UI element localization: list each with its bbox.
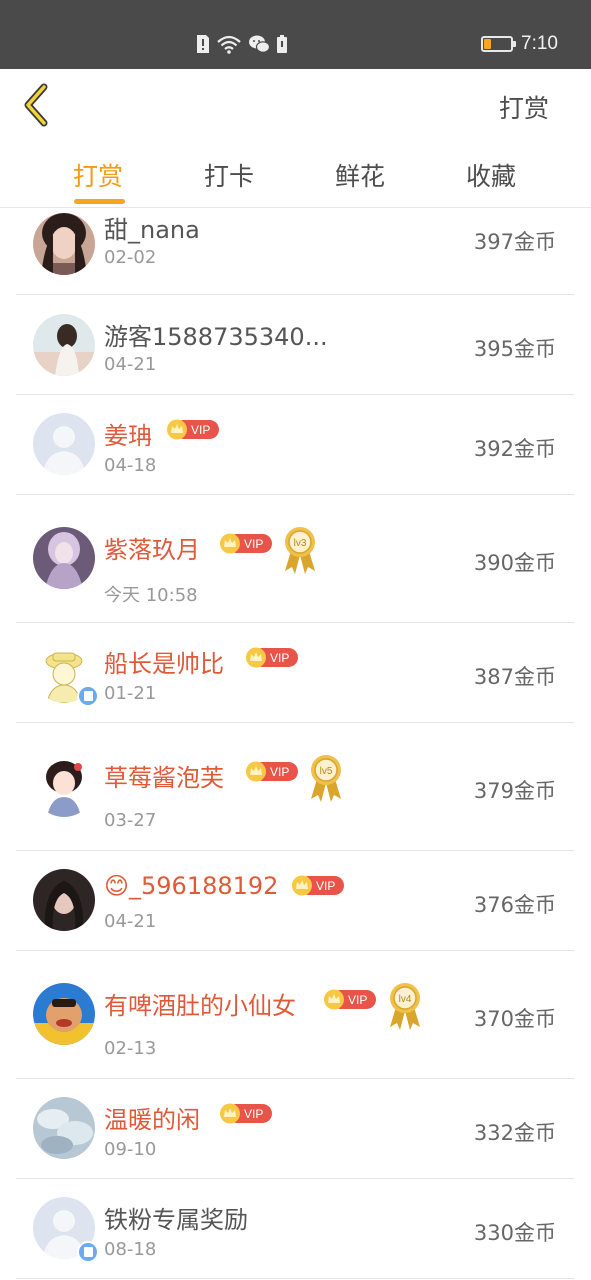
avatar [33,213,95,275]
clock: 7:10 [521,33,558,54]
list-item[interactable]: 甜_nana 02-02 397金币 [16,200,574,295]
coin-amount: 370金币 [473,1007,556,1031]
svg-text:VIP: VIP [316,879,335,893]
reward-date: 02-02 [104,247,157,268]
header-bar: 打赏 [0,69,591,141]
svg-text:VIP: VIP [191,423,210,437]
list-item[interactable]: 铁粉专属奖励 08-18 330金币 [16,1179,574,1279]
user-name: 😊_596188192 [104,872,279,900]
list-item[interactable]: 船长是帅比 VIP 01-21 387金币 [16,623,574,723]
list-item[interactable]: 😊_596188192 VIP 04-21 376金币 [16,851,574,951]
coin-amount: 379金币 [473,779,556,803]
default-avatar-icon [33,413,95,475]
avatar [33,1097,95,1159]
user-name: 紫落玖月 [104,536,200,564]
vip-badge-icon: VIP [324,989,376,1010]
sim-alert-icon [197,35,209,53]
vip-badge-icon: VIP [246,761,298,782]
svg-text:VIP: VIP [270,651,289,665]
avatar [33,869,95,931]
battery-small-icon [277,35,287,53]
avatar [33,641,99,707]
avatar [33,314,95,376]
reward-date: 09-10 [104,1139,157,1160]
list-item[interactable]: 草莓酱泡芙 VIP lv5 03-27 379金币 [16,723,574,851]
reward-date: 04-21 [104,354,157,375]
status-icons [196,33,288,55]
coin-amount: 390金币 [473,551,556,575]
reward-date: 02-13 [104,1038,157,1059]
reward-date: 04-18 [104,455,157,476]
level-medal-icon: lv5 [311,755,341,802]
svg-text:VIP: VIP [270,765,289,779]
list-item[interactable]: 温暖的闲 VIP 09-10 332金币 [16,1079,574,1179]
vip-badge-icon: VIP [167,419,219,440]
status-bar: 7:10 [0,0,591,69]
wifi-icon [217,35,241,54]
vip-badge-icon: VIP [220,533,272,554]
coin-amount: 392金币 [473,437,556,461]
list-item[interactable]: 姜珃 VIP 04-18 392金币 [16,395,574,495]
svg-text:VIP: VIP [244,537,263,551]
level-medal-icon: lv4 [390,983,420,1030]
user-name: 铁粉专属奖励 [104,1206,248,1234]
svg-text:lv3: lv3 [294,538,307,549]
tab-flowers[interactable]: 鲜花 [335,157,385,193]
coin-amount: 330金币 [473,1221,556,1245]
coin-amount: 395金币 [473,337,556,361]
status-right: 7:10 [481,31,558,57]
svg-text:lv4: lv4 [399,994,412,1005]
reward-date: 今天 10:58 [104,585,198,606]
list-item[interactable]: 有啤酒肚的小仙女 VIP lv4 02-13 370金币 [16,951,574,1079]
svg-text:VIP: VIP [348,993,367,1007]
certified-badge-icon [77,1241,99,1263]
level-medal-icon: lv3 [285,527,315,574]
avatar [33,527,95,589]
user-name: 草莓酱泡芙 [104,764,224,792]
reward-date: 08-18 [104,1239,157,1260]
avatar [33,413,95,475]
avatar [33,755,95,817]
vip-badge-icon: VIP [246,647,298,668]
user-name: 姜珃 [104,422,152,450]
avatar [33,983,95,1045]
chevron-left-icon [24,83,48,127]
user-name: 有啤酒肚的小仙女 [104,992,296,1020]
user-name: 游客1588735340... [104,323,328,351]
coin-amount: 376金币 [473,893,556,917]
reward-date: 03-27 [104,810,157,831]
coin-amount: 397金币 [473,230,556,254]
user-name: 温暖的闲 [104,1106,200,1134]
vip-badge-icon: VIP [220,1103,272,1124]
tab-checkin[interactable]: 打卡 [204,157,254,193]
vip-badge-icon: VIP [292,875,344,896]
back-button[interactable] [18,81,62,129]
tab-bar: 打赏 打卡 鲜花 收藏 [0,141,591,208]
avatar [33,1197,99,1263]
svg-text:lv5: lv5 [320,766,333,777]
reward-date: 01-21 [104,683,157,704]
coin-amount: 332金币 [473,1121,556,1145]
battery-icon [481,36,517,52]
svg-text:VIP: VIP [244,1107,263,1121]
coin-amount: 387金币 [473,665,556,689]
tab-reward[interactable]: 打赏 [73,157,123,193]
tab-favorites[interactable]: 收藏 [466,157,516,193]
certified-badge-icon [77,685,99,707]
reward-date: 04-21 [104,911,157,932]
user-name: 甜_nana [104,216,200,244]
list-item[interactable]: 游客1588735340... 04-21 395金币 [16,295,574,395]
list-item[interactable]: 紫落玖月 VIP lv3 今天 10:58 390金币 [16,495,574,623]
wechat-icon [249,35,270,53]
user-name: 船长是帅比 [104,650,224,678]
reward-action-button[interactable]: 打赏 [499,89,549,125]
